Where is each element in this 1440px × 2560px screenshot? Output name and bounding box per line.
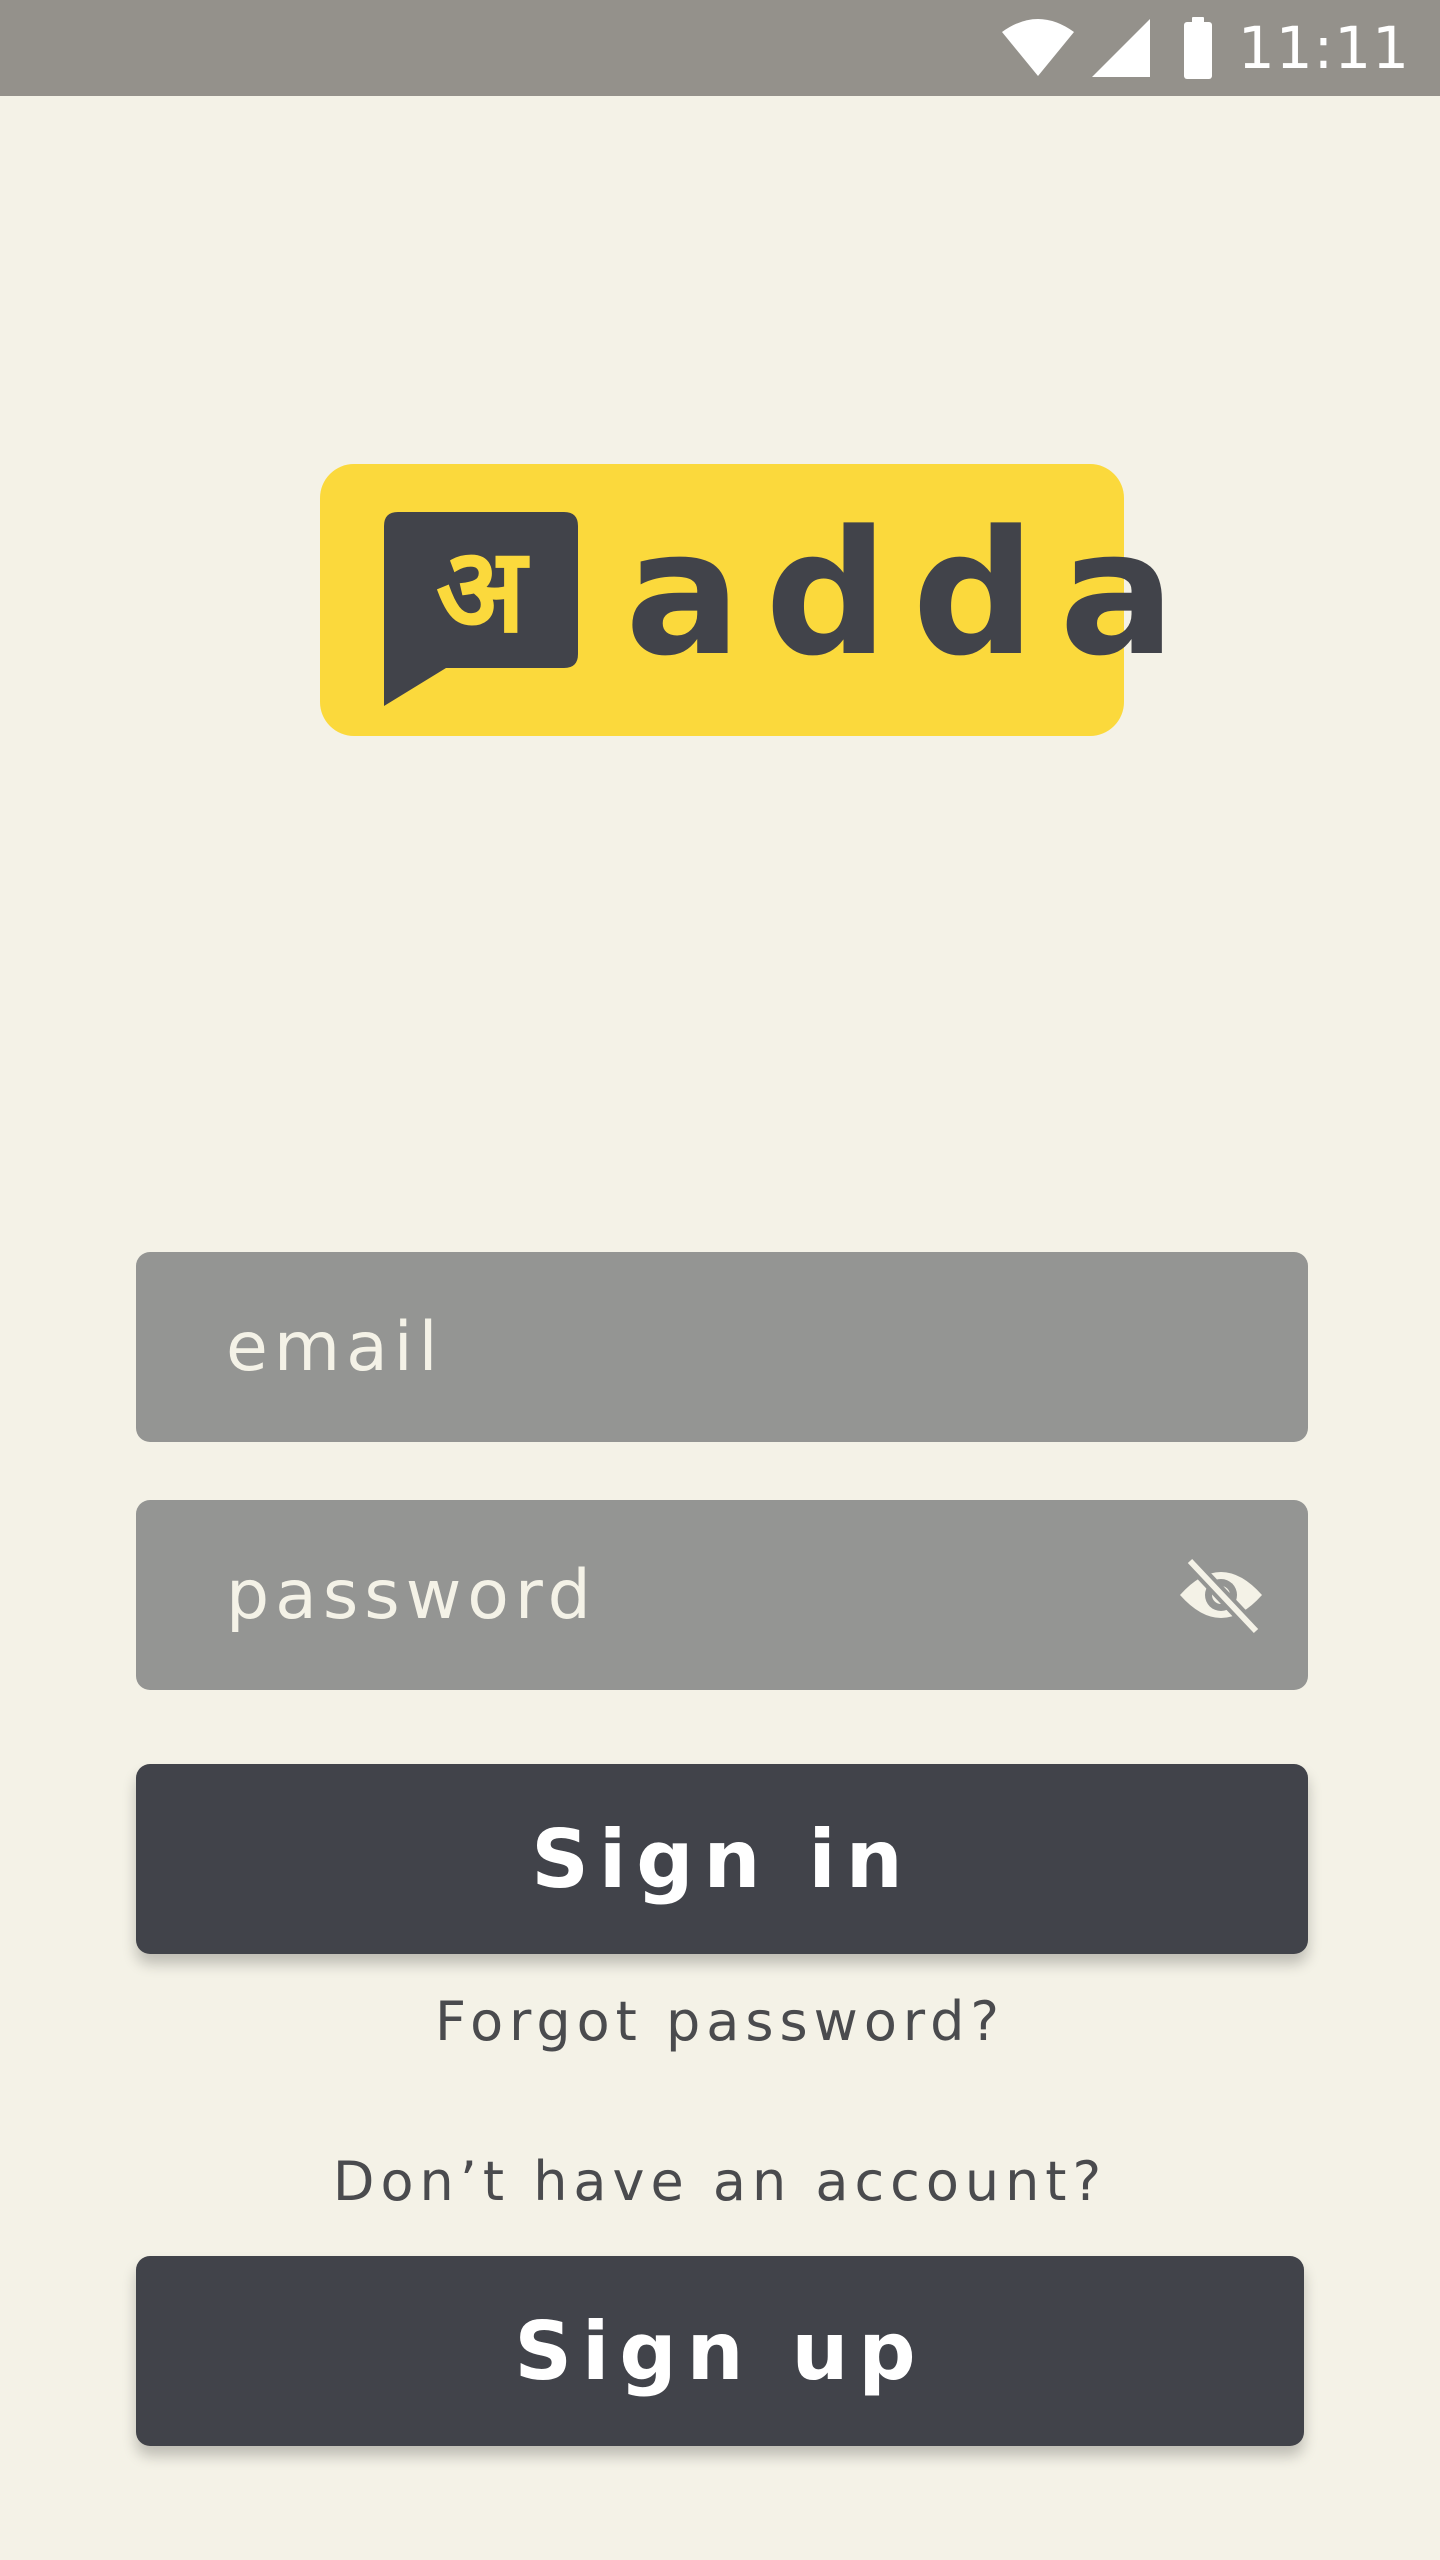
forgot-password-link[interactable]: Forgot password? — [0, 1990, 1440, 2053]
status-bar: 11:11 — [0, 0, 1440, 96]
signal-icon — [1090, 17, 1152, 79]
sign-in-button[interactable]: Sign in — [136, 1764, 1308, 1954]
status-icons: 11:11 — [1000, 0, 1410, 96]
password-input[interactable] — [226, 1500, 1166, 1690]
wifi-icon — [1000, 18, 1076, 78]
logo-wordmark: adda — [625, 493, 1200, 694]
sign-up-button[interactable]: Sign up — [136, 2256, 1304, 2446]
logo-glyph: अ — [435, 521, 527, 659]
chat-bubble-icon: अ — [384, 512, 578, 706]
battery-icon — [1182, 17, 1214, 79]
adda-logo: अ adda — [320, 464, 1175, 736]
email-field[interactable] — [136, 1252, 1308, 1442]
password-field[interactable] — [136, 1500, 1308, 1690]
no-account-text: Don’t have an account? — [332, 2150, 1108, 2213]
status-time: 11:11 — [1237, 14, 1410, 82]
eye-off-icon[interactable] — [1176, 1555, 1266, 1636]
email-input[interactable] — [226, 1252, 1166, 1442]
